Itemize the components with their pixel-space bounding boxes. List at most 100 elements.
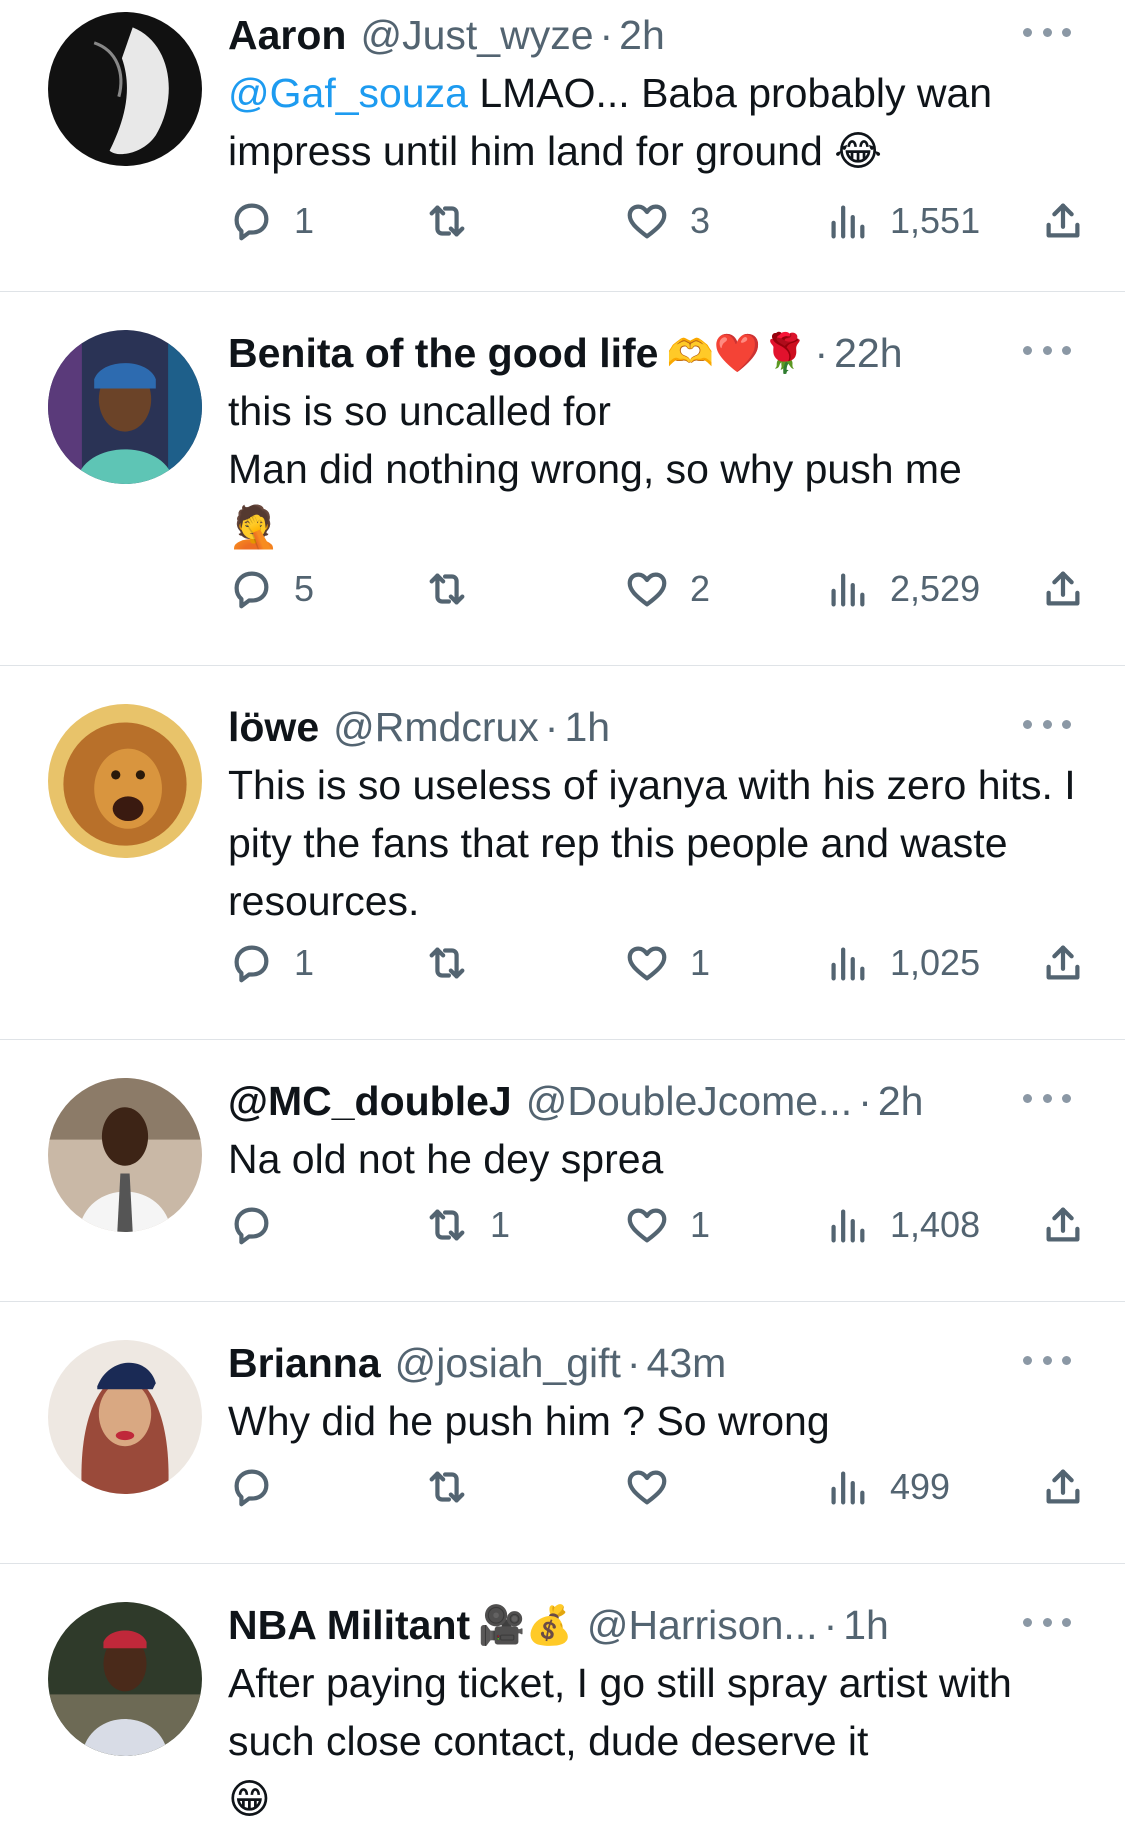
avatar[interactable]: [48, 704, 202, 858]
tweet-content: löwe @Rmdcrux · 1h This is so useless of…: [228, 672, 1085, 983]
more-icon[interactable]: [1023, 1614, 1071, 1630]
views-icon: [831, 1471, 865, 1505]
retweet-icon: [429, 205, 465, 237]
tweet-text: Na old not he dey sprea: [228, 1136, 664, 1182]
separator-dot: ·: [823, 1601, 838, 1648]
more-icon[interactable]: [1023, 1352, 1071, 1368]
views-button[interactable]: 2,529: [824, 566, 980, 612]
share-icon: [1046, 945, 1080, 980]
action-bar: 1 1 1,025: [228, 940, 1085, 1000]
retweet-button[interactable]: [424, 1464, 490, 1510]
reply-button[interactable]: [228, 1464, 294, 1510]
tweet[interactable]: Benita of the good life 🫶❤️🌹 · 22h this …: [0, 292, 1125, 666]
like-count: 1: [690, 1204, 711, 1245]
action-bar: 499: [228, 1464, 1085, 1524]
retweet-button[interactable]: [424, 198, 490, 244]
share-button[interactable]: [1040, 566, 1086, 612]
views-icon: [831, 947, 865, 981]
retweet-icon: [429, 1471, 465, 1503]
retweet-button[interactable]: 1: [424, 1202, 510, 1248]
display-name[interactable]: Aaron: [228, 12, 346, 59]
timestamp[interactable]: 22h: [834, 330, 902, 377]
like-button[interactable]: 3: [624, 198, 710, 244]
view-count: 1,551: [890, 200, 981, 241]
display-name[interactable]: löwe: [228, 704, 319, 751]
tweet-text: this is so uncalled for Man did nothing …: [228, 388, 962, 550]
reply-count: 1: [294, 942, 315, 983]
tweet[interactable]: NBA Militant 🎥💰 @Harrison... · 1h After …: [0, 1564, 1125, 1848]
tweet-header: Benita of the good life 🫶❤️🌹 · 22h: [228, 324, 1085, 382]
like-icon: [627, 572, 667, 607]
share-button[interactable]: [1040, 1202, 1086, 1248]
tweet-text: @Gaf_souza LMAO... Baba probably wan imp…: [228, 64, 1085, 180]
display-name[interactable]: NBA Militant: [228, 1602, 470, 1649]
tweet[interactable]: @MC_doubleJ @DoubleJcome... · 2h Na old …: [0, 1040, 1125, 1302]
handle[interactable]: @Rmdcrux: [333, 704, 539, 751]
more-icon[interactable]: [1023, 716, 1071, 732]
reply-button[interactable]: [228, 1202, 294, 1248]
view-count: 1,025: [890, 942, 981, 983]
avatar[interactable]: [48, 12, 202, 166]
like-button[interactable]: 1: [624, 940, 710, 986]
share-icon: [1046, 571, 1080, 606]
share-icon: [1046, 203, 1080, 238]
more-icon[interactable]: [1023, 1090, 1071, 1106]
reply-button[interactable]: 1: [228, 198, 314, 244]
like-button[interactable]: 1: [624, 1202, 710, 1248]
handle[interactable]: @DoubleJcome...: [526, 1078, 852, 1125]
timestamp[interactable]: 2h: [619, 12, 665, 59]
more-icon[interactable]: [1023, 24, 1071, 40]
tweet-header: @MC_doubleJ @DoubleJcome... · 2h: [228, 1072, 1085, 1130]
views-icon: [831, 205, 865, 239]
retweet-button[interactable]: [424, 940, 490, 986]
share-button[interactable]: [1040, 940, 1086, 986]
display-name[interactable]: Benita of the good life: [228, 330, 658, 377]
timestamp[interactable]: 43m: [647, 1340, 727, 1387]
like-button[interactable]: [624, 1464, 690, 1510]
reply-icon: [234, 945, 269, 983]
tweet-header: Brianna @josiah_gift · 43m: [228, 1334, 1085, 1392]
tweet-content: Benita of the good life 🫶❤️🌹 · 22h this …: [228, 298, 1085, 609]
handle[interactable]: @josiah_gift: [395, 1340, 621, 1387]
tweet-text: Why did he push him ? So wrong: [228, 1398, 830, 1444]
tweet[interactable]: Aaron @Just_wyze · 2h @Gaf_souza LMAO...…: [0, 0, 1125, 292]
like-button[interactable]: 2: [624, 566, 710, 612]
reply-count: 5: [294, 568, 315, 609]
handle[interactable]: @Just_wyze: [360, 12, 593, 59]
share-button[interactable]: [1040, 198, 1086, 244]
timestamp[interactable]: 2h: [878, 1078, 924, 1125]
display-name-emoji: 🎥💰: [478, 1602, 573, 1647]
timestamp[interactable]: 1h: [843, 1602, 889, 1649]
reply-button[interactable]: 1: [228, 940, 314, 986]
action-bar: 5 2 2,529: [228, 566, 1085, 626]
tweet[interactable]: löwe @Rmdcrux · 1h This is so useless of…: [0, 666, 1125, 1040]
avatar[interactable]: [48, 330, 202, 484]
avatar[interactable]: [48, 1078, 202, 1232]
more-icon[interactable]: [1023, 342, 1071, 358]
retweet-icon: [429, 573, 465, 605]
retweet-button[interactable]: [424, 566, 490, 612]
separator-dot: ·: [814, 329, 829, 376]
mention-link[interactable]: @Gaf_souza: [228, 70, 468, 116]
avatar[interactable]: [48, 1602, 202, 1756]
reply-feed: Aaron @Just_wyze · 2h @Gaf_souza LMAO...…: [0, 0, 1125, 1848]
share-icon: [1046, 1207, 1080, 1242]
tweet[interactable]: Brianna @josiah_gift · 43m Why did he pu…: [0, 1302, 1125, 1564]
tweet-header: NBA Militant 🎥💰 @Harrison... · 1h: [228, 1596, 1085, 1654]
tweet-content: Aaron @Just_wyze · 2h @Gaf_souza LMAO...…: [228, 6, 1085, 241]
reply-button[interactable]: 5: [228, 566, 314, 612]
views-button[interactable]: 1,408: [824, 1202, 980, 1248]
handle[interactable]: @Harrison...: [587, 1602, 818, 1649]
display-name[interactable]: Brianna: [228, 1340, 381, 1387]
avatar[interactable]: [48, 1340, 202, 1494]
views-button[interactable]: 1,551: [824, 198, 980, 244]
tweet-content: @MC_doubleJ @DoubleJcome... · 2h Na old …: [228, 1046, 1085, 1245]
display-name[interactable]: @MC_doubleJ: [228, 1078, 512, 1125]
retweet-icon: [429, 947, 465, 979]
separator-dot: ·: [599, 11, 614, 58]
reply-count: 1: [294, 200, 315, 241]
timestamp[interactable]: 1h: [564, 704, 610, 751]
views-button[interactable]: 499: [824, 1464, 950, 1510]
views-button[interactable]: 1,025: [824, 940, 980, 986]
share-button[interactable]: [1040, 1464, 1086, 1510]
